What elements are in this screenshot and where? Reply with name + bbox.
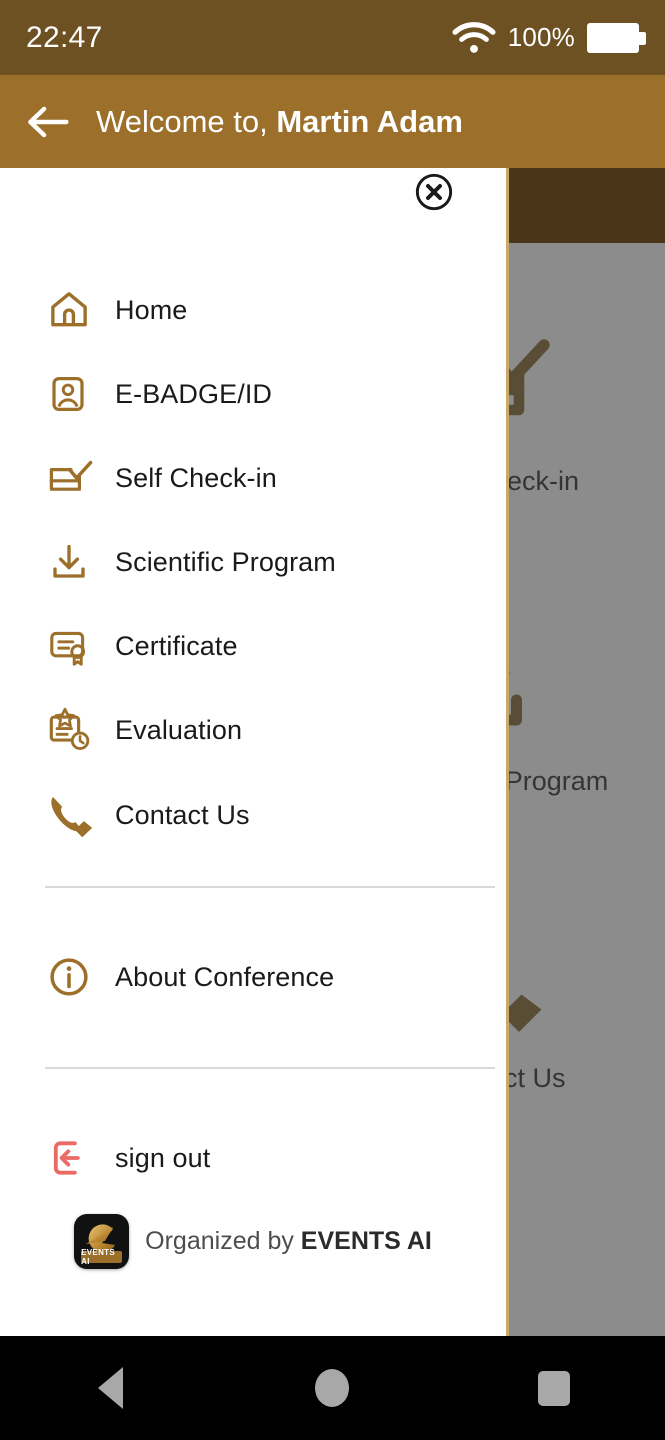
menu-item-label: E-BADGE/ID xyxy=(115,378,273,409)
menu-item-evaluation[interactable]: Evaluation xyxy=(0,688,506,772)
organized-by-text: Organized by EVENTS AI xyxy=(145,1227,432,1256)
menu-item-label: Contact Us xyxy=(115,799,250,830)
android-nav-bar xyxy=(0,1336,665,1440)
navigation-drawer: Home E-BADGE/ID Self Check-in Scientific… xyxy=(0,168,509,1336)
back-triangle-icon xyxy=(98,1367,124,1409)
wifi-icon xyxy=(452,21,496,53)
status-bar: 22:47 100% xyxy=(0,0,665,75)
drawer-menu-list: Home E-BADGE/ID Self Check-in Scientific… xyxy=(0,268,506,1200)
greeting-prefix: Welcome to, xyxy=(96,103,277,139)
menu-item-label: Self Check-in xyxy=(115,462,277,493)
phone-screen: Self Check-in Scientific Program Contact… xyxy=(0,0,665,1440)
nav-recents-button[interactable] xyxy=(509,1343,599,1433)
recents-square-icon xyxy=(538,1370,571,1406)
user-name: Martin Adam xyxy=(276,103,463,139)
menu-item-label: Certificate xyxy=(115,630,238,661)
check-card-icon xyxy=(47,457,105,499)
id-card-icon xyxy=(47,373,105,415)
menu-item-self-checkin[interactable]: Self Check-in xyxy=(0,436,506,520)
events-ai-logo-icon: EVENTS AI xyxy=(74,1214,130,1269)
nav-back-button[interactable] xyxy=(66,1343,156,1433)
menu-item-label: sign out xyxy=(115,1142,211,1173)
logo-badge-text: EVENTS AI xyxy=(81,1248,123,1266)
menu-item-label: About Conference xyxy=(115,961,335,992)
battery-full-icon xyxy=(587,22,646,53)
download-icon xyxy=(47,541,105,583)
back-arrow-icon xyxy=(28,106,69,137)
menu-item-sign-out[interactable]: sign out xyxy=(0,1116,506,1200)
close-circle-icon xyxy=(415,173,453,211)
status-clock: 22:47 xyxy=(26,20,103,54)
home-icon xyxy=(47,288,105,332)
certificate-icon xyxy=(47,625,105,667)
drawer-close-button[interactable] xyxy=(414,172,454,212)
app-header-bar: Welcome to, Martin Adam xyxy=(0,75,665,168)
clipboard-star-clock-icon xyxy=(47,707,105,753)
menu-item-ebadge[interactable]: E-BADGE/ID xyxy=(0,352,506,436)
info-circle-icon xyxy=(47,955,105,999)
page-title: Welcome to, Martin Adam xyxy=(96,104,463,140)
phone-icon xyxy=(47,792,105,838)
organized-prefix: Organized by xyxy=(145,1227,301,1255)
menu-item-label: Evaluation xyxy=(115,714,243,745)
battery-percent-label: 100% xyxy=(507,22,575,52)
organizer-name: EVENTS AI xyxy=(300,1227,432,1255)
menu-item-certificate[interactable]: Certificate xyxy=(0,604,506,688)
status-indicators: 100% xyxy=(452,21,646,54)
logout-icon xyxy=(47,1136,105,1180)
back-button[interactable] xyxy=(0,105,96,139)
drawer-footer: EVENTS AI Organized by EVENTS AI xyxy=(0,1214,506,1269)
nav-home-button[interactable] xyxy=(287,1343,377,1433)
menu-item-contact-us[interactable]: Contact Us xyxy=(0,772,506,858)
menu-item-about-conference[interactable]: About Conference xyxy=(0,935,506,1019)
menu-item-scientific-program[interactable]: Scientific Program xyxy=(0,520,506,604)
home-circle-icon xyxy=(315,1369,350,1407)
menu-item-label: Scientific Program xyxy=(115,546,336,577)
menu-item-label: Home xyxy=(115,294,188,325)
menu-item-home[interactable]: Home xyxy=(0,268,506,352)
